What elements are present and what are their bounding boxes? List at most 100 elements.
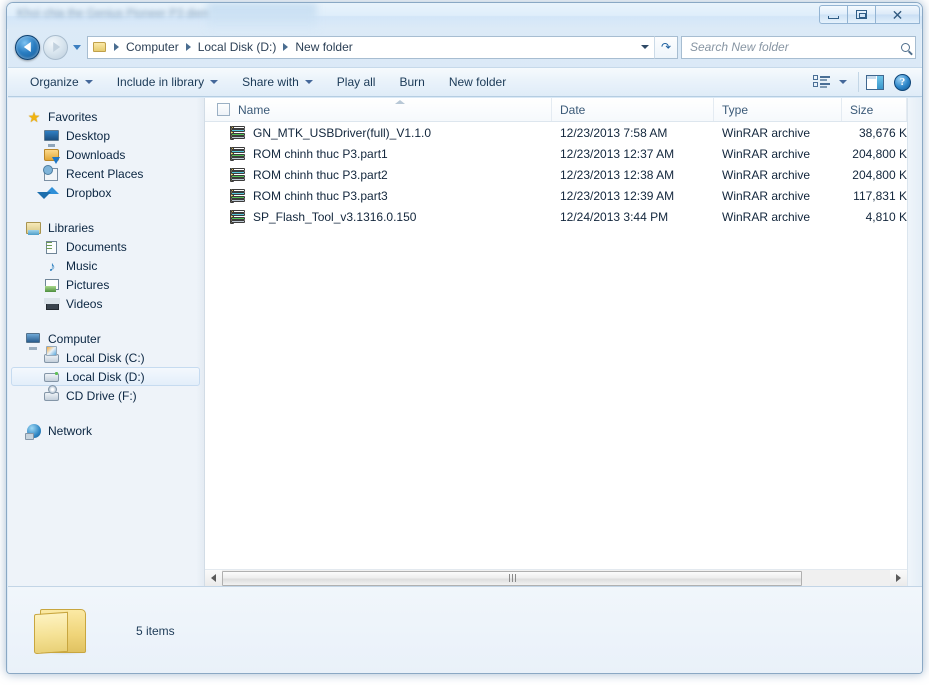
scrollbar-track[interactable]: [222, 569, 890, 587]
cell-size: 4,810 K: [865, 209, 907, 224]
sidebar-item-local-disk-c[interactable]: Local Disk (C:): [8, 348, 204, 367]
back-button[interactable]: [15, 34, 40, 60]
breadcrumb-separator: [114, 43, 119, 51]
navigation-pane[interactable]: ★ Favorites Desktop Downloads Recent Pla…: [8, 98, 205, 586]
sidebar-label-pictures: Pictures: [66, 277, 110, 292]
downloads-folder-icon: [44, 147, 60, 163]
preview-pane-button[interactable]: [866, 74, 884, 90]
chevron-down-icon: [73, 44, 81, 50]
toolbar-include-in-library[interactable]: Include in library: [107, 70, 228, 94]
table-row[interactable]: ROM chinh thuc P3.part1 12/23/2013 12:37…: [205, 143, 907, 164]
toolbar-share-with[interactable]: Share with: [232, 70, 323, 94]
toolbar-divider: [858, 72, 859, 92]
sidebar-item-downloads[interactable]: Downloads: [8, 145, 204, 164]
sidebar-item-network[interactable]: Network: [8, 421, 204, 440]
maximize-icon: [856, 10, 867, 19]
maximize-button[interactable]: [847, 5, 876, 24]
scroll-left-button[interactable]: [205, 569, 222, 587]
horizontal-scrollbar[interactable]: [205, 569, 907, 587]
winrar-archive-icon: [230, 167, 246, 182]
toolbar-organize[interactable]: Organize: [20, 70, 103, 94]
sidebar-item-recent-places[interactable]: Recent Places: [8, 164, 204, 183]
recent-pages-button[interactable]: [70, 29, 84, 65]
column-header-name[interactable]: Name: [205, 98, 552, 121]
cell-type: WinRAR archive: [722, 167, 811, 182]
table-row[interactable]: ROM chinh thuc P3.part2 12/23/2013 12:38…: [205, 164, 907, 185]
toolbar-include-in-library-label: Include in library: [116, 75, 205, 89]
music-note-icon: ♪: [48, 257, 56, 274]
toolbar-burn-label: Burn: [399, 75, 425, 89]
sidebar-item-pictures[interactable]: Pictures: [8, 275, 204, 294]
toolbar-organize-label: Organize: [30, 75, 79, 89]
cell-size: 204,800 K: [852, 146, 907, 161]
breadcrumb-new-folder[interactable]: New folder: [292, 40, 355, 54]
sidebar-item-favorites[interactable]: ★ Favorites: [8, 107, 204, 126]
address-dropdown-button[interactable]: [636, 35, 654, 59]
sidebar-item-desktop[interactable]: Desktop: [8, 126, 204, 145]
file-list-pane[interactable]: Name Date Type Size GN_MTK_USBDriver(ful…: [205, 98, 907, 587]
vertical-scrollbar[interactable]: [907, 98, 922, 586]
cell-size: 117,831 K: [853, 188, 907, 203]
cell-type: WinRAR archive: [722, 125, 811, 140]
minimize-button[interactable]: [819, 5, 848, 24]
view-dropdown-button[interactable]: [835, 68, 851, 96]
column-header-size[interactable]: Size: [842, 98, 907, 121]
address-bar[interactable]: Computer Local Disk (D:) New folder: [87, 35, 636, 59]
forward-button[interactable]: [43, 34, 68, 60]
folder-icon: [92, 40, 108, 54]
sidebar-item-videos[interactable]: Videos: [8, 294, 204, 313]
column-header-name-label: Name: [238, 102, 271, 117]
close-button[interactable]: ✕: [875, 5, 920, 24]
sidebar-label-dropbox: Dropbox: [66, 185, 112, 200]
sidebar-item-dropbox[interactable]: Dropbox: [8, 183, 204, 202]
table-row[interactable]: ROM chinh thuc P3.part3 12/23/2013 12:39…: [205, 185, 907, 206]
change-view-icon[interactable]: [813, 75, 830, 89]
breadcrumb-computer[interactable]: Computer: [123, 40, 182, 54]
winrar-archive-icon: [230, 146, 246, 161]
refresh-button[interactable]: ↷: [654, 35, 678, 59]
cell-date: 12/23/2013 12:38 AM: [560, 167, 675, 182]
computer-icon: [26, 331, 42, 347]
system-drive-icon: [44, 350, 60, 366]
file-rows: GN_MTK_USBDriver(full)_V1.1.0 12/23/2013…: [205, 122, 907, 569]
toolbar-burn[interactable]: Burn: [389, 70, 434, 94]
help-icon[interactable]: ?: [894, 73, 911, 91]
cell-name: ROM chinh thuc P3.part1: [205, 146, 552, 161]
search-input[interactable]: Search New folder: [681, 35, 916, 59]
toolbar-new-folder-label: New folder: [448, 75, 507, 89]
sidebar-label-videos: Videos: [66, 296, 103, 311]
nav-group-libraries: Libraries Documents ♪ Music Pictures Vid…: [8, 218, 204, 313]
breadcrumb-separator: [185, 43, 191, 51]
table-row[interactable]: GN_MTK_USBDriver(full)_V1.1.0 12/23/2013…: [205, 122, 907, 143]
sidebar-item-libraries[interactable]: Libraries: [8, 218, 204, 237]
cell-type: WinRAR archive: [722, 209, 811, 224]
sidebar-item-documents[interactable]: Documents: [8, 237, 204, 256]
sidebar-item-music[interactable]: ♪ Music: [8, 256, 204, 275]
scroll-right-button[interactable]: [890, 569, 907, 587]
command-toolbar: Organize Include in library Share with P…: [8, 67, 922, 97]
breadcrumb-local-disk-d[interactable]: Local Disk (D:): [195, 40, 280, 54]
column-header-date[interactable]: Date: [552, 98, 714, 121]
sidebar-item-local-disk-d[interactable]: Local Disk (D:): [11, 367, 200, 386]
winrar-archive-icon: [230, 209, 246, 224]
column-header-type[interactable]: Type: [714, 98, 842, 121]
search-icon: [901, 42, 910, 52]
toolbar-play-all[interactable]: Play all: [327, 70, 386, 94]
triangle-left-icon: [211, 574, 216, 582]
nav-group-network: Network: [8, 421, 204, 440]
toolbar-new-folder[interactable]: New folder: [439, 70, 516, 94]
toolbar-share-with-label: Share with: [242, 75, 299, 89]
table-row[interactable]: SP_Flash_Tool_v3.1316.0.150 12/24/2013 3…: [205, 206, 907, 227]
winrar-archive-icon: [230, 188, 246, 203]
select-all-checkbox[interactable]: [217, 103, 230, 116]
back-arrow-icon: [23, 42, 31, 52]
chevron-down-icon: [304, 80, 313, 84]
sidebar-label-music: Music: [66, 258, 98, 273]
sidebar-item-computer[interactable]: Computer: [8, 329, 204, 348]
file-name: ROM chinh thuc P3.part3: [253, 188, 388, 203]
scrollbar-thumb[interactable]: [222, 570, 802, 586]
sidebar-item-cd-drive-f[interactable]: CD Drive (F:): [8, 386, 204, 405]
